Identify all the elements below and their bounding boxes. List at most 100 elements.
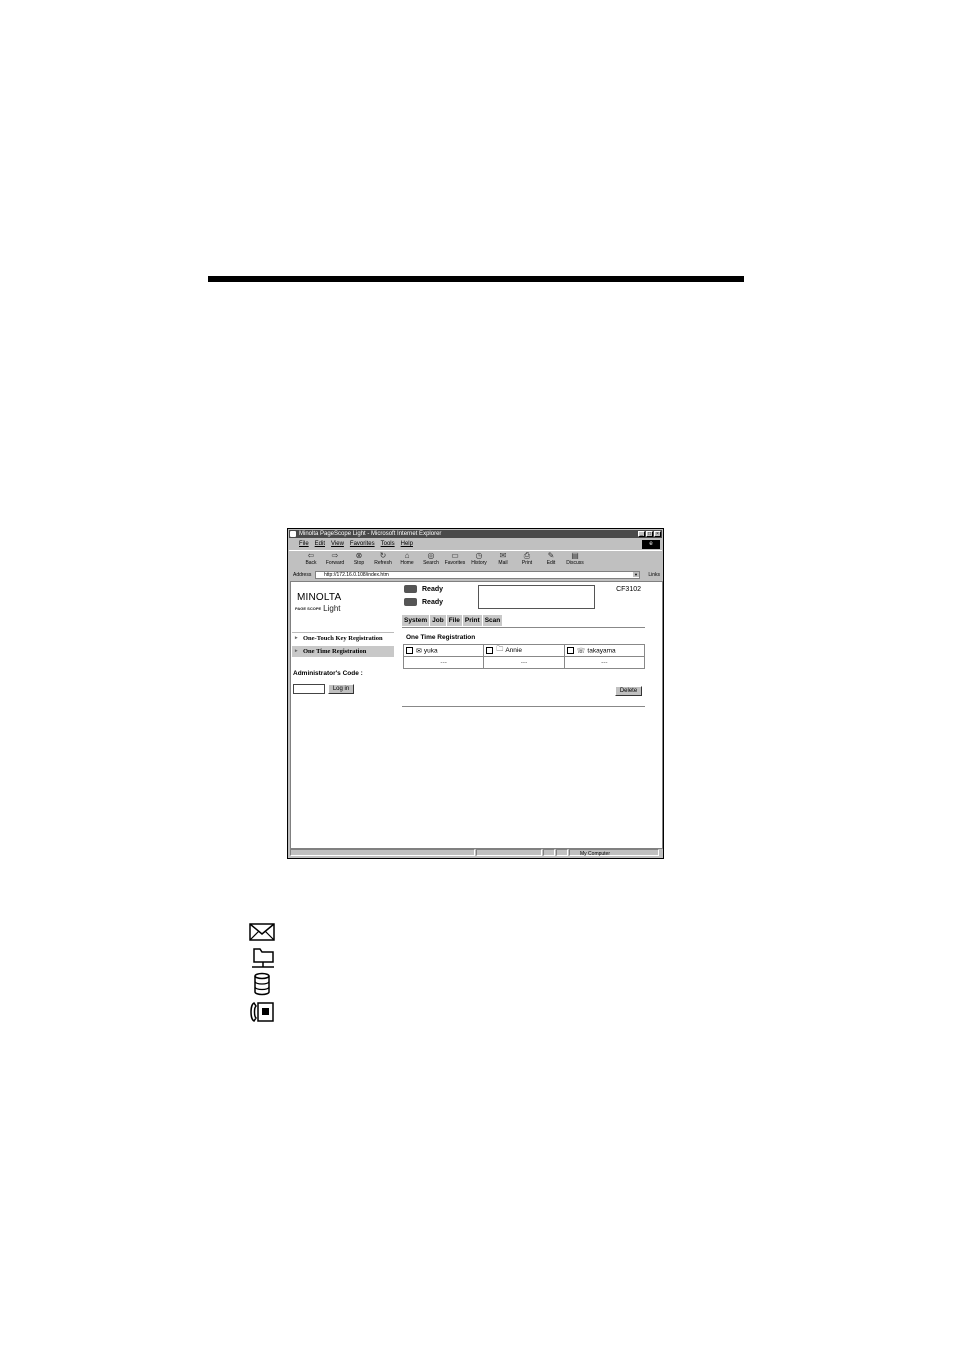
back-arrow-icon: ⇦	[307, 551, 315, 560]
menu-edit[interactable]: Edit	[315, 539, 325, 549]
discuss-label: Discuss	[566, 560, 584, 566]
forward-arrow-icon: ⇨	[331, 551, 339, 560]
entry-value: ---	[483, 656, 565, 669]
forward-label: Forward	[325, 560, 345, 566]
window-titlebar: Minolta PageScope Light - Microsoft Inte…	[289, 530, 662, 538]
mail-button[interactable]: ✉ Mail	[491, 551, 515, 569]
database-icon	[254, 972, 270, 996]
history-label: History	[471, 560, 487, 566]
nav-arrow-icon: ▸	[295, 636, 298, 641]
links-button[interactable]: Links	[648, 570, 660, 580]
tab-file[interactable]: File	[446, 615, 462, 626]
login-button[interactable]: Log in	[328, 684, 354, 694]
admin-code-input[interactable]	[293, 684, 325, 694]
minimize-button[interactable]: _	[638, 531, 645, 537]
nav-one-touch-key-registration[interactable]: ▸ One-Touch Key Registration	[292, 632, 394, 643]
tab-print[interactable]: Print	[462, 615, 482, 626]
refresh-icon: ↻	[379, 551, 387, 560]
stop-icon: ⊗	[355, 551, 363, 560]
printer-status-text: Ready	[422, 585, 444, 593]
home-button[interactable]: ⌂ Home	[395, 551, 419, 569]
scanner-status: Ready	[404, 598, 443, 606]
browser-toolbar: ⇦ Back ⇨ Forward ⊗ Stop ↻ Refresh ⌂ Home ◎ Sea…	[289, 550, 662, 569]
edit-icon: ✎	[547, 551, 555, 560]
favorites-button[interactable]: ▭ Favorites	[443, 551, 467, 569]
delete-button[interactable]: Delete	[615, 686, 642, 696]
status-bar: My Computer	[289, 849, 662, 857]
discuss-icon: ▤	[571, 551, 579, 560]
network-folder-icon	[252, 948, 274, 968]
edit-button[interactable]: ✎ Edit	[539, 551, 563, 569]
favorites-icon: ▭	[451, 551, 459, 560]
entry-cell: ☏ takayama	[563, 644, 646, 657]
tab-job[interactable]: Job	[430, 615, 446, 626]
printer-icon	[404, 585, 417, 593]
entry-checkbox[interactable]	[406, 647, 413, 654]
mail-label: Mail	[498, 560, 508, 566]
menu-favorites[interactable]: Favorites	[350, 539, 375, 549]
menu-file[interactable]: File	[299, 539, 309, 549]
tab-system[interactable]: System	[402, 615, 430, 626]
tab-scan[interactable]: Scan	[482, 615, 503, 626]
search-label: Search	[423, 560, 439, 566]
pagescope-light-text: Light	[323, 604, 341, 613]
menu-view[interactable]: View	[331, 539, 344, 549]
browser-window: Minolta PageScope Light - Microsoft Inte…	[287, 528, 664, 859]
history-button[interactable]: ◷ History	[467, 551, 491, 569]
printer-status: Ready	[404, 585, 443, 593]
scanner-icon	[404, 598, 417, 606]
close-button[interactable]: ×	[654, 531, 661, 537]
discuss-button[interactable]: ▤ Discuss	[563, 551, 587, 569]
refresh-button[interactable]: ↻ Refresh	[371, 551, 395, 569]
minolta-logo: MINOLTA	[297, 592, 342, 603]
entry-cell: 🗀 Annie	[483, 644, 565, 657]
entry-cell: ✉ yuka	[402, 644, 485, 657]
print-button[interactable]: ⎙ Print	[515, 551, 539, 569]
pagescope-small-text: PAGE SCOPE	[295, 605, 322, 611]
tab-bar: System Job File Print Scan	[402, 615, 503, 626]
stop-button[interactable]: ⊗ Stop	[347, 551, 371, 569]
menu-tools[interactable]: Tools	[381, 539, 395, 549]
forward-button[interactable]: ⇨ Forward	[323, 551, 347, 569]
admin-code-label: Administrator's Code :	[293, 670, 363, 677]
address-bar: Address http://172.16.0.108/index.htm ▼ …	[289, 570, 662, 580]
mail-toolbar-icon: ✉	[499, 551, 507, 560]
status-page-icon	[290, 849, 475, 856]
page-content: MINOLTA PAGE SCOPE Light ▸ One-Touch Key …	[290, 581, 663, 849]
fax-icon	[250, 1002, 274, 1022]
address-input[interactable]: http://172.16.0.108/index.htm	[315, 571, 640, 579]
menu-bar: File Edit View Favorites Tools Help	[289, 539, 662, 549]
print-icon: ⎙	[523, 551, 531, 560]
window-title: Minolta PageScope Light - Microsoft Inte…	[299, 531, 442, 537]
section-rule	[208, 276, 744, 282]
address-dropdown-icon[interactable]: ▼	[633, 572, 639, 577]
entry-checkbox[interactable]	[486, 647, 494, 654]
maximize-button[interactable]: □	[646, 531, 653, 537]
home-label: Home	[400, 560, 414, 566]
mail-icon: ✉	[416, 647, 422, 655]
refresh-label: Refresh	[374, 560, 392, 566]
search-button[interactable]: ◎ Search	[419, 551, 443, 569]
entry-checkbox[interactable]	[566, 647, 574, 654]
home-icon: ⌂	[404, 551, 410, 560]
status-cell	[543, 849, 555, 856]
registration-table: ✉ yuka 🗀 Annie ☏ takayama --- --- ---	[402, 644, 646, 669]
entry-value: ---	[402, 656, 485, 669]
nav-one-time-registration[interactable]: ▸ One Time Registration	[292, 646, 394, 657]
address-label: Address	[293, 572, 312, 578]
stop-label: Stop	[353, 560, 365, 566]
pagescope-logo: PAGE SCOPE Light	[295, 604, 341, 613]
entry-value: ---	[563, 656, 646, 669]
search-icon: ◎	[427, 551, 435, 560]
table-row: --- --- ---	[402, 656, 646, 669]
status-zone-text: My Computer	[580, 851, 611, 857]
history-icon: ◷	[475, 551, 483, 560]
table-row: ✉ yuka 🗀 Annie ☏ takayama	[402, 644, 646, 657]
scanner-status-text: Ready	[422, 598, 444, 606]
back-label: Back	[305, 560, 317, 566]
nav-arrow-icon: ▸	[295, 649, 298, 654]
back-button[interactable]: ⇦ Back	[299, 551, 323, 569]
fax-icon: ☏	[576, 647, 586, 655]
favorites-label: Favorites	[444, 560, 466, 566]
menu-help[interactable]: Help	[401, 539, 413, 549]
